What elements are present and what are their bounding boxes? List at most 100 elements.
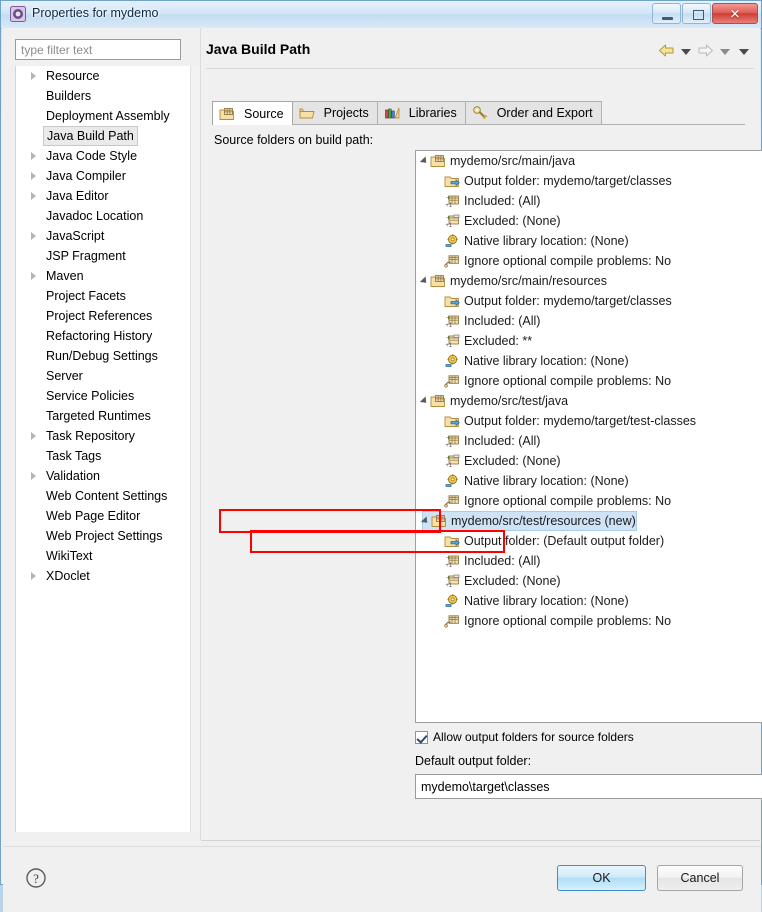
window-title: Properties for mydemo <box>32 6 159 20</box>
tab-label: Order and Export <box>496 106 593 120</box>
expand-chevron-right-icon[interactable] <box>31 272 36 280</box>
tree-row[interactable]: mydemo/src/test/resources (new) <box>416 511 762 531</box>
expand-chevron-right-icon[interactable] <box>31 432 36 440</box>
expand-chevron-right-icon[interactable] <box>31 572 36 580</box>
default-output-folder-input[interactable]: mydemo\target\classes <box>415 774 762 799</box>
sidebar-item-label: Project Facets <box>46 289 126 303</box>
page-title: Java Build Path <box>206 41 311 57</box>
svg-text:+: + <box>446 575 450 582</box>
sidebar-item-service-policies[interactable]: Service Policies <box>16 386 194 406</box>
sidebar-item-maven[interactable]: Maven <box>16 266 194 286</box>
settings-tree[interactable]: Resource Builders Deployment Assembly Java … <box>15 66 194 832</box>
close-button[interactable]: ✕ <box>712 3 758 24</box>
collapse-triangle-icon[interactable] <box>419 276 430 286</box>
tree-row[interactable]: Ignore optional compile problems: No <box>416 611 762 631</box>
tree-row-label: Output folder: mydemo/target/test-classe… <box>464 414 697 428</box>
tab-order-and-export[interactable]: Order and Export <box>464 101 602 124</box>
sidebar-item-java-build-path[interactable]: Java Build Path <box>16 126 194 146</box>
expand-chevron-right-icon[interactable] <box>31 232 36 240</box>
tree-row[interactable]: Output folder: (Default output folder) <box>416 531 762 551</box>
tree-row[interactable]: Ignore optional compile problems: No <box>416 371 762 391</box>
tab-source[interactable]: Source <box>212 101 293 125</box>
sidebar-item-jsp-fragment[interactable]: JSP Fragment <box>16 246 194 266</box>
allow-output-folders-row[interactable]: Allow output folders for source folders <box>415 730 634 744</box>
window-controls: ✕ <box>651 3 758 24</box>
expand-chevron-right-icon[interactable] <box>31 152 36 160</box>
tree-row[interactable]: Native library location: (None) <box>416 591 762 611</box>
sidebar-item-javascript[interactable]: JavaScript <box>16 226 194 246</box>
tree-row[interactable]: Output folder: mydemo/target/test-classe… <box>416 411 762 431</box>
ok-button[interactable]: OK <box>557 865 646 891</box>
ignore-problems-icon <box>444 373 460 389</box>
included-icon: + +1 <box>444 433 460 449</box>
sidebar-item-run-debug-settings[interactable]: Run/Debug Settings <box>16 346 194 366</box>
sidebar-item-xdoclet[interactable]: XDoclet <box>16 566 194 586</box>
sidebar-item-web-project-settings[interactable]: Web Project Settings <box>16 526 194 546</box>
sidebar-item-java-editor[interactable]: Java Editor <box>16 186 194 206</box>
expand-chevron-right-icon[interactable] <box>31 192 36 200</box>
dialog-body: type filter text Resource Builders Deploym… <box>2 28 762 912</box>
tree-row[interactable]: + +1 Included: (All) <box>416 431 762 451</box>
svg-text:+1: +1 <box>445 323 453 329</box>
back-history-chevron-down-icon[interactable] <box>681 49 691 55</box>
sidebar-item-resource[interactable]: Resource <box>16 66 194 86</box>
expand-chevron-right-icon[interactable] <box>31 72 36 80</box>
maximize-button[interactable] <box>682 3 711 24</box>
sidebar-item-validation[interactable]: Validation <box>16 466 194 486</box>
minimize-button[interactable] <box>652 3 681 24</box>
tree-row[interactable]: Output folder: mydemo/target/classes <box>416 171 762 191</box>
sidebar-item-web-page-editor[interactable]: Web Page Editor <box>16 506 194 526</box>
tree-row[interactable]: + +1 Excluded: (None) <box>416 571 762 591</box>
sidebar-item-label: Service Policies <box>46 389 135 403</box>
tree-row[interactable]: Native library location: (None) <box>416 351 762 371</box>
svg-text:+: + <box>446 335 450 342</box>
sidebar-item-deployment-assembly[interactable]: Deployment Assembly <box>16 106 194 126</box>
sidebar-item-refactoring-history[interactable]: Refactoring History <box>16 326 194 346</box>
tree-row[interactable]: Ignore optional compile problems: No <box>416 251 762 271</box>
tree-row[interactable]: + +1 Included: (All) <box>416 311 762 331</box>
tree-row[interactable]: Ignore optional compile problems: No <box>416 491 762 511</box>
collapse-triangle-icon[interactable] <box>419 396 430 406</box>
tree-row-label: Excluded: ** <box>464 334 533 348</box>
sidebar-item-builders[interactable]: Builders <box>16 86 194 106</box>
collapse-triangle-icon[interactable] <box>419 156 430 166</box>
sidebar-item-server[interactable]: Server <box>16 366 194 386</box>
sidebar-item-javadoc-location[interactable]: Javadoc Location <box>16 206 194 226</box>
tab-libraries[interactable]: Libraries <box>376 101 466 124</box>
tree-row[interactable]: mydemo/src/main/java <box>416 151 762 171</box>
help-question-icon[interactable]: ? <box>25 867 47 889</box>
expand-chevron-right-icon[interactable] <box>31 472 36 480</box>
native-library-icon <box>444 353 460 369</box>
forward-history-chevron-down-icon[interactable] <box>720 49 730 55</box>
expand-chevron-right-icon[interactable] <box>31 172 36 180</box>
sidebar-item-java-code-style[interactable]: Java Code Style <box>16 146 194 166</box>
cancel-button[interactable]: Cancel <box>657 865 743 891</box>
sidebar-item-label: Server <box>46 369 83 383</box>
sidebar-item-web-content-settings[interactable]: Web Content Settings <box>16 486 194 506</box>
sidebar-item-java-compiler[interactable]: Java Compiler <box>16 166 194 186</box>
tree-row[interactable]: + +1 Included: (All) <box>416 191 762 211</box>
tab-label: Libraries <box>408 106 457 120</box>
tree-row[interactable]: Native library location: (None) <box>416 471 762 491</box>
tree-row[interactable]: + +1 Excluded: ** <box>416 331 762 351</box>
collapse-triangle-icon[interactable] <box>420 516 431 526</box>
sidebar-item-task-tags[interactable]: Task Tags <box>16 446 194 466</box>
allow-output-folders-checkbox[interactable] <box>415 730 428 744</box>
sidebar-item-project-references[interactable]: Project References <box>16 306 194 326</box>
source-folders-tree[interactable]: mydemo/src/main/java Output folder: mydem… <box>415 150 762 723</box>
sidebar-item-wikitext[interactable]: WikiText <box>16 546 194 566</box>
tree-row[interactable]: + +1 Excluded: (None) <box>416 211 762 231</box>
tree-row[interactable]: mydemo/src/test/java <box>416 391 762 411</box>
sidebar-item-project-facets[interactable]: Project Facets <box>16 286 194 306</box>
sidebar-item-task-repository[interactable]: Task Repository <box>16 426 194 446</box>
sidebar-item-targeted-runtimes[interactable]: Targeted Runtimes <box>16 406 194 426</box>
filter-input[interactable]: type filter text <box>15 39 181 60</box>
view-menu-chevron-down-icon[interactable] <box>739 49 749 55</box>
tab-projects[interactable]: Projects <box>291 101 378 124</box>
tree-row[interactable]: + +1 Included: (All) <box>416 551 762 571</box>
tree-row[interactable]: Output folder: mydemo/target/classes <box>416 291 762 311</box>
back-arrow-icon[interactable] <box>658 43 675 61</box>
tree-row[interactable]: mydemo/src/main/resources <box>416 271 762 291</box>
tree-row[interactable]: Native library location: (None) <box>416 231 762 251</box>
tree-row[interactable]: + +1 Excluded: (None) <box>416 451 762 471</box>
